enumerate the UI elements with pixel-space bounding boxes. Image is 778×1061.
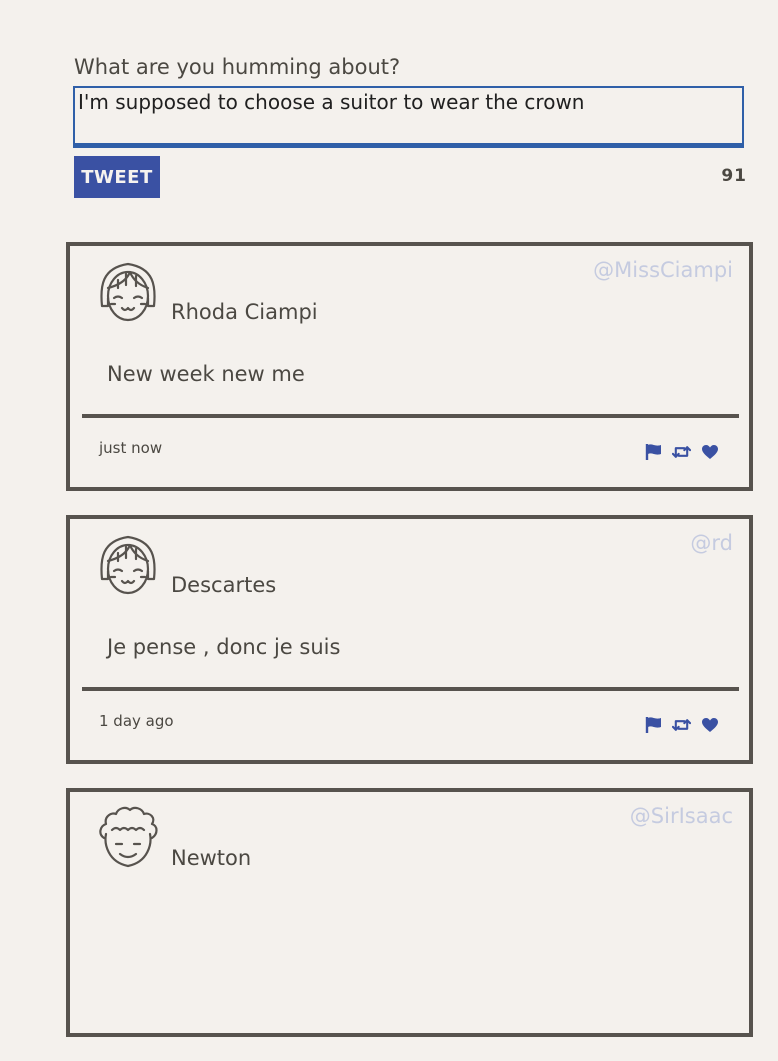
- compose-area: What are you humming about? I'm supposed…: [73, 52, 747, 198]
- tweet-text: Je pense , donc je suis: [107, 635, 341, 659]
- girl-avatar-icon: [100, 262, 156, 322]
- girl-avatar-icon: [100, 535, 156, 595]
- compose-label: What are you humming about?: [74, 55, 401, 79]
- tweet-display-name: Rhoda Ciampi: [171, 300, 318, 324]
- retweet-icon[interactable]: [672, 442, 691, 461]
- tweet-text: New week new me: [107, 362, 305, 386]
- curly-hair-avatar-icon: [99, 806, 158, 868]
- tweet-feed: @MissCiampi Rhoda Ciampi New week new me…: [66, 242, 753, 1061]
- tweet-button[interactable]: TWEET: [74, 156, 160, 198]
- character-counter: 91: [721, 166, 747, 186]
- tweet-divider: [82, 414, 739, 418]
- heart-icon[interactable]: [700, 442, 719, 461]
- tweet-card: @rd Descartes Je pense , donc je suis 1 …: [66, 515, 753, 764]
- tweet-display-name: Newton: [171, 846, 252, 870]
- tweet-username[interactable]: @rd: [690, 531, 733, 555]
- tweet-username[interactable]: @SirIsaac: [630, 804, 733, 828]
- tweet-divider: [82, 687, 739, 691]
- tweet-timestamp: just now: [99, 439, 163, 457]
- tweet-display-name: Descartes: [171, 573, 277, 597]
- retweet-icon[interactable]: [672, 715, 691, 734]
- tweet-actions: [644, 442, 719, 461]
- tweet-input[interactable]: I'm supposed to choose a suitor to wear …: [73, 86, 744, 148]
- flag-icon[interactable]: [644, 442, 663, 461]
- flag-icon[interactable]: [644, 715, 663, 734]
- tweet-card: @SirIsaac Newton: [66, 788, 753, 1037]
- tweet-username[interactable]: @MissCiampi: [593, 258, 733, 282]
- heart-icon[interactable]: [700, 715, 719, 734]
- tweet-card: @MissCiampi Rhoda Ciampi New week new me…: [66, 242, 753, 491]
- tweet-actions: [644, 715, 719, 734]
- tweet-timestamp: 1 day ago: [99, 712, 174, 730]
